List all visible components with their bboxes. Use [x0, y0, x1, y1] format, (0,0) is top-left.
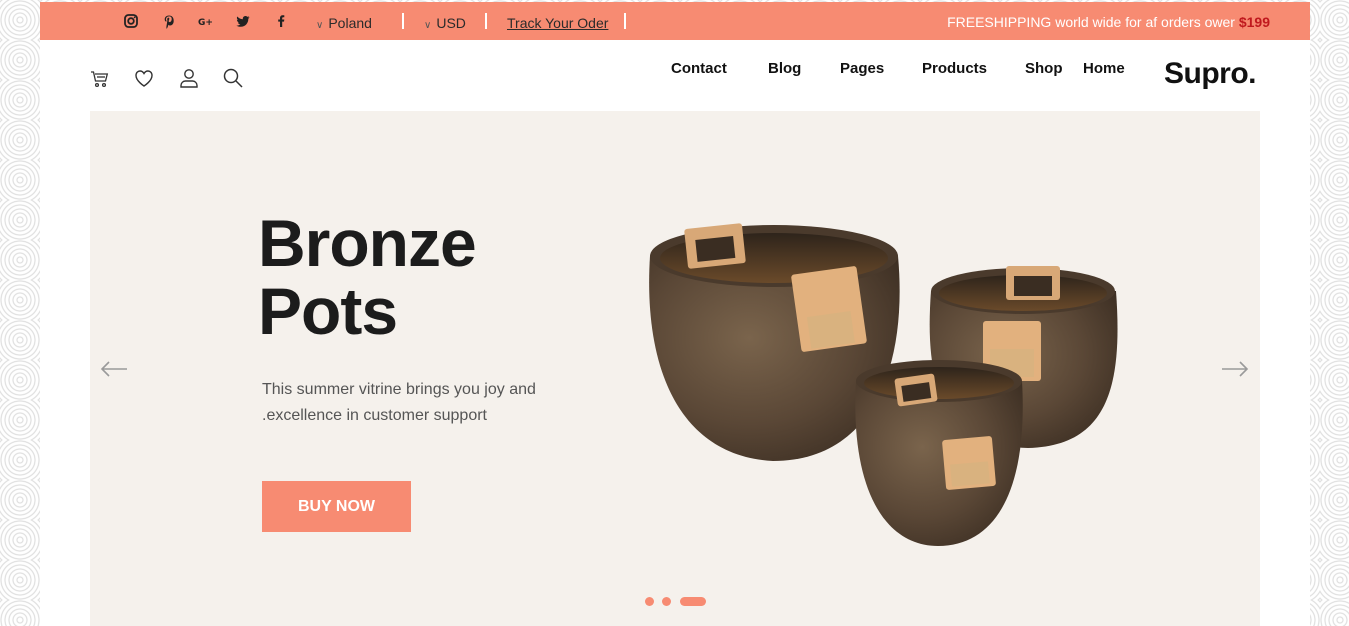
cart-icon[interactable] [88, 66, 112, 90]
slider-dot[interactable] [645, 597, 654, 606]
nav-products[interactable]: Products [922, 60, 987, 78]
logo[interactable]: Supro. [1164, 56, 1257, 92]
page: G+ ∨ Poland ∨ USD Track Your Oder FREESHIP… [40, 2, 1310, 626]
chevron-down-icon: ∨ [316, 20, 324, 31]
hero-slider: Bronze Pots This summer vitrine brings y… [90, 111, 1260, 626]
divider [624, 13, 626, 29]
facebook-icon[interactable] [273, 13, 289, 29]
svg-text:G+: G+ [198, 18, 213, 28]
country-select[interactable]: ∨ Poland [316, 14, 372, 32]
hero-title: Bronze Pots [258, 209, 618, 345]
currency-select[interactable]: ∨ USD [424, 14, 466, 32]
hero-title-line2: Pots [258, 274, 398, 348]
next-arrow-icon[interactable] [1220, 359, 1250, 379]
free-shipping-notice: FREESHIPPING world wide for af orders ow… [947, 13, 1270, 31]
slider-dot[interactable] [662, 597, 671, 606]
currency-value: USD [436, 15, 466, 31]
divider [485, 13, 487, 29]
nav-blog[interactable]: Blog [768, 60, 801, 78]
divider [402, 13, 404, 29]
track-order-link[interactable]: Track Your Oder [507, 14, 608, 32]
hero-title-line1: Bronze [258, 206, 477, 280]
top-bar: G+ ∨ Poland ∨ USD Track Your Oder FREESHIP… [40, 2, 1310, 40]
promo-text: FREESHIPPING world wide for af orders ow… [947, 14, 1239, 30]
header: Contact Blog Pages Products Shop Home Su… [40, 40, 1310, 110]
nav-home[interactable]: Home [1083, 60, 1125, 78]
nav-contact[interactable]: Contact [671, 60, 727, 78]
nav-shop[interactable]: Shop [1025, 60, 1063, 78]
hero-subtitle-line1: This summer vitrine brings you joy and [262, 381, 536, 398]
heart-icon[interactable] [132, 66, 156, 90]
prev-arrow-icon[interactable] [99, 359, 129, 379]
user-icon[interactable] [177, 66, 201, 90]
country-value: Poland [328, 15, 372, 31]
google-plus-icon[interactable]: G+ [198, 13, 214, 29]
chevron-down-icon: ∨ [424, 20, 432, 31]
promo-price: $199 [1238, 14, 1270, 30]
search-icon[interactable] [221, 66, 245, 90]
hero-subtitle-line2: .excellence in customer support [262, 407, 487, 424]
pinterest-icon[interactable] [161, 13, 177, 29]
slider-dot-active[interactable] [680, 597, 706, 606]
bronze-pots-image [649, 223, 1118, 546]
twitter-icon[interactable] [235, 13, 251, 29]
instagram-icon[interactable] [123, 13, 139, 29]
buy-now-button[interactable]: BUY NOW [262, 481, 411, 532]
hero-subtitle: This summer vitrine brings you joy and .… [262, 377, 582, 429]
nav-pages[interactable]: Pages [840, 60, 884, 78]
